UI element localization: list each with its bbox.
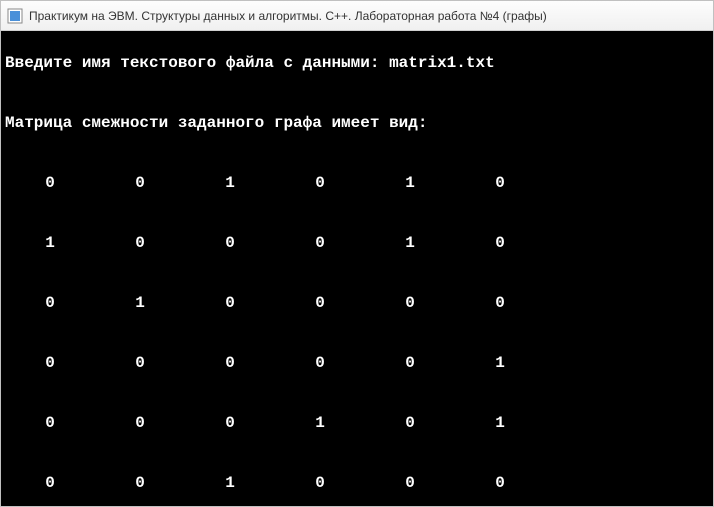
matrix-cell: 0 (455, 473, 545, 493)
matrix-cell: 0 (275, 293, 365, 313)
matrix-cell: 0 (455, 233, 545, 253)
matrix-cell: 0 (275, 233, 365, 253)
matrix-cell: 1 (365, 173, 455, 193)
matrix-cell: 0 (185, 353, 275, 373)
matrix-row: 001000 (5, 473, 709, 506)
console-output: Введите имя текстового файла с данными: … (1, 31, 713, 506)
matrix-cell: 0 (455, 293, 545, 313)
matrix-cell: 1 (365, 233, 455, 253)
matrix-cell: 0 (185, 413, 275, 433)
matrix-cell: 1 (455, 413, 545, 433)
matrix-cell: 0 (365, 353, 455, 373)
matrix-cell: 1 (275, 413, 365, 433)
matrix-cell: 0 (95, 353, 185, 373)
matrix-cell: 1 (455, 353, 545, 373)
matrix-cell: 1 (95, 293, 185, 313)
filename-input-value: matrix1.txt (389, 54, 495, 72)
matrix-row: 100010 (5, 233, 709, 273)
matrix-row: 010000 (5, 293, 709, 333)
matrix-cell: 0 (185, 233, 275, 253)
matrix-cell: 1 (5, 233, 95, 253)
matrix-cell: 0 (365, 293, 455, 313)
matrix-cell: 0 (185, 293, 275, 313)
matrix-cell: 0 (5, 353, 95, 373)
matrix-cell: 0 (5, 473, 95, 493)
matrix-cell: 0 (275, 353, 365, 373)
matrix-cell: 1 (185, 473, 275, 493)
matrix-row: 001010 (5, 173, 709, 213)
matrix-cell: 0 (95, 173, 185, 193)
matrix-cell: 0 (5, 173, 95, 193)
prompt-line: Введите имя текстового файла с данными: … (5, 53, 709, 73)
matrix-cell: 0 (455, 173, 545, 193)
prompt-label: Введите имя текстового файла с данными: (5, 54, 389, 72)
blank-line (5, 94, 15, 112)
matrix-cell: 0 (95, 473, 185, 493)
matrix-header: Матрица смежности заданного графа имеет … (5, 113, 709, 133)
matrix-cell: 0 (5, 293, 95, 313)
matrix-cell: 0 (5, 413, 95, 433)
matrix-cell: 0 (365, 413, 455, 433)
app-icon (7, 8, 23, 24)
titlebar: Практикум на ЭВМ. Структуры данных и алг… (1, 1, 713, 31)
adjacency-matrix: 001010 100010 010000 000001 000101 00100… (5, 153, 709, 506)
matrix-cell: 0 (95, 413, 185, 433)
matrix-cell: 0 (95, 233, 185, 253)
matrix-cell: 1 (185, 173, 275, 193)
matrix-row: 000101 (5, 413, 709, 453)
matrix-cell: 0 (365, 473, 455, 493)
matrix-row: 000001 (5, 353, 709, 393)
matrix-cell: 0 (275, 173, 365, 193)
window-title: Практикум на ЭВМ. Структуры данных и алг… (29, 9, 547, 23)
matrix-cell: 0 (275, 473, 365, 493)
